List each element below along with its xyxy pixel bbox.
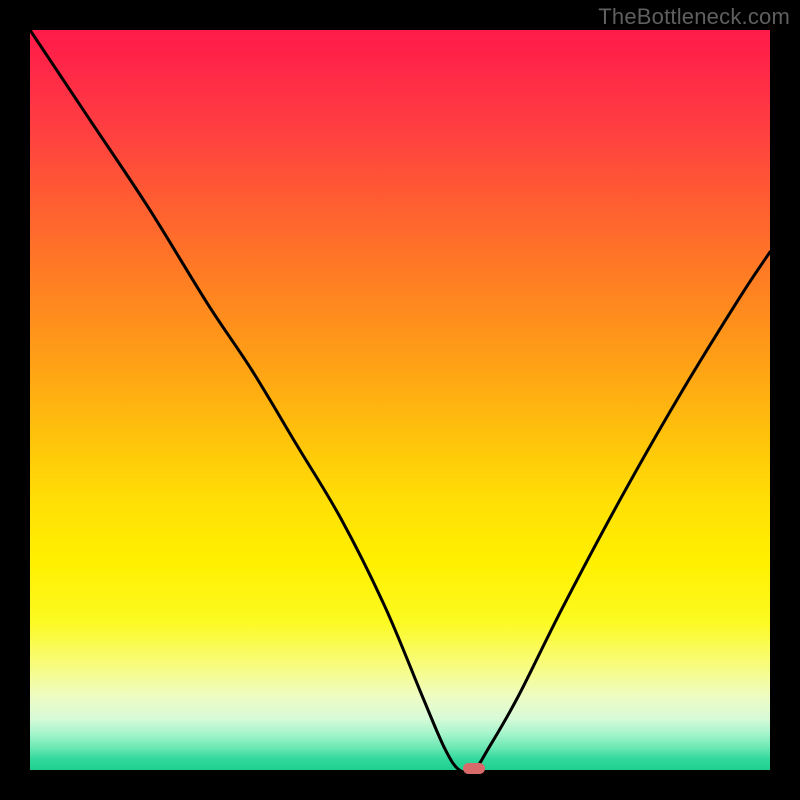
watermark-text: TheBottleneck.com <box>598 4 790 30</box>
chart-frame: TheBottleneck.com <box>0 0 800 800</box>
bottleneck-curve <box>30 30 770 770</box>
curve-path <box>30 30 770 770</box>
plot-area <box>30 30 770 770</box>
optimal-point-marker <box>463 763 485 774</box>
